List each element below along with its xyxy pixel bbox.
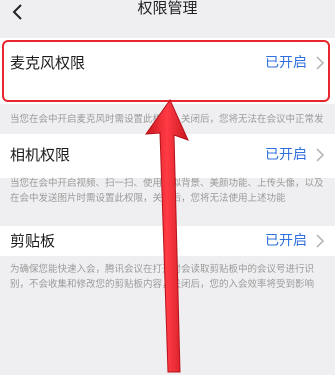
annotation-highlight-box bbox=[2, 40, 330, 102]
chevron-right-icon bbox=[316, 234, 325, 248]
divider bbox=[0, 126, 335, 134]
chevron-right-icon bbox=[316, 148, 325, 162]
page-title: 权限管理 bbox=[137, 0, 198, 17]
permission-status: 已开启 bbox=[265, 147, 307, 163]
permission-title: 剪贴板 bbox=[10, 232, 56, 250]
permission-card-clipboard: 剪贴板 已开启 bbox=[0, 226, 335, 256]
permission-description: 为确保您能快速入会，腾讯会议在打开时会读取剪贴板中的会议号进行识别，不会收集和修… bbox=[10, 264, 315, 290]
permission-card-camera: 相机权限 已开启 bbox=[0, 134, 335, 178]
permission-status: 已开启 bbox=[265, 233, 307, 249]
permission-row-clipboard[interactable]: 剪贴板 已开启 bbox=[10, 230, 325, 254]
permission-row-camera[interactable]: 相机权限 已开启 bbox=[10, 144, 325, 168]
permission-description: 当您在会中开启视频、扫一扫、使用虚拟背景、美颜功能、上传头像，以及在会中发送图片… bbox=[10, 178, 324, 204]
permission-title: 相机权限 bbox=[10, 146, 71, 164]
divider bbox=[0, 218, 335, 226]
top-bar: 权限管理 bbox=[0, 0, 335, 30]
